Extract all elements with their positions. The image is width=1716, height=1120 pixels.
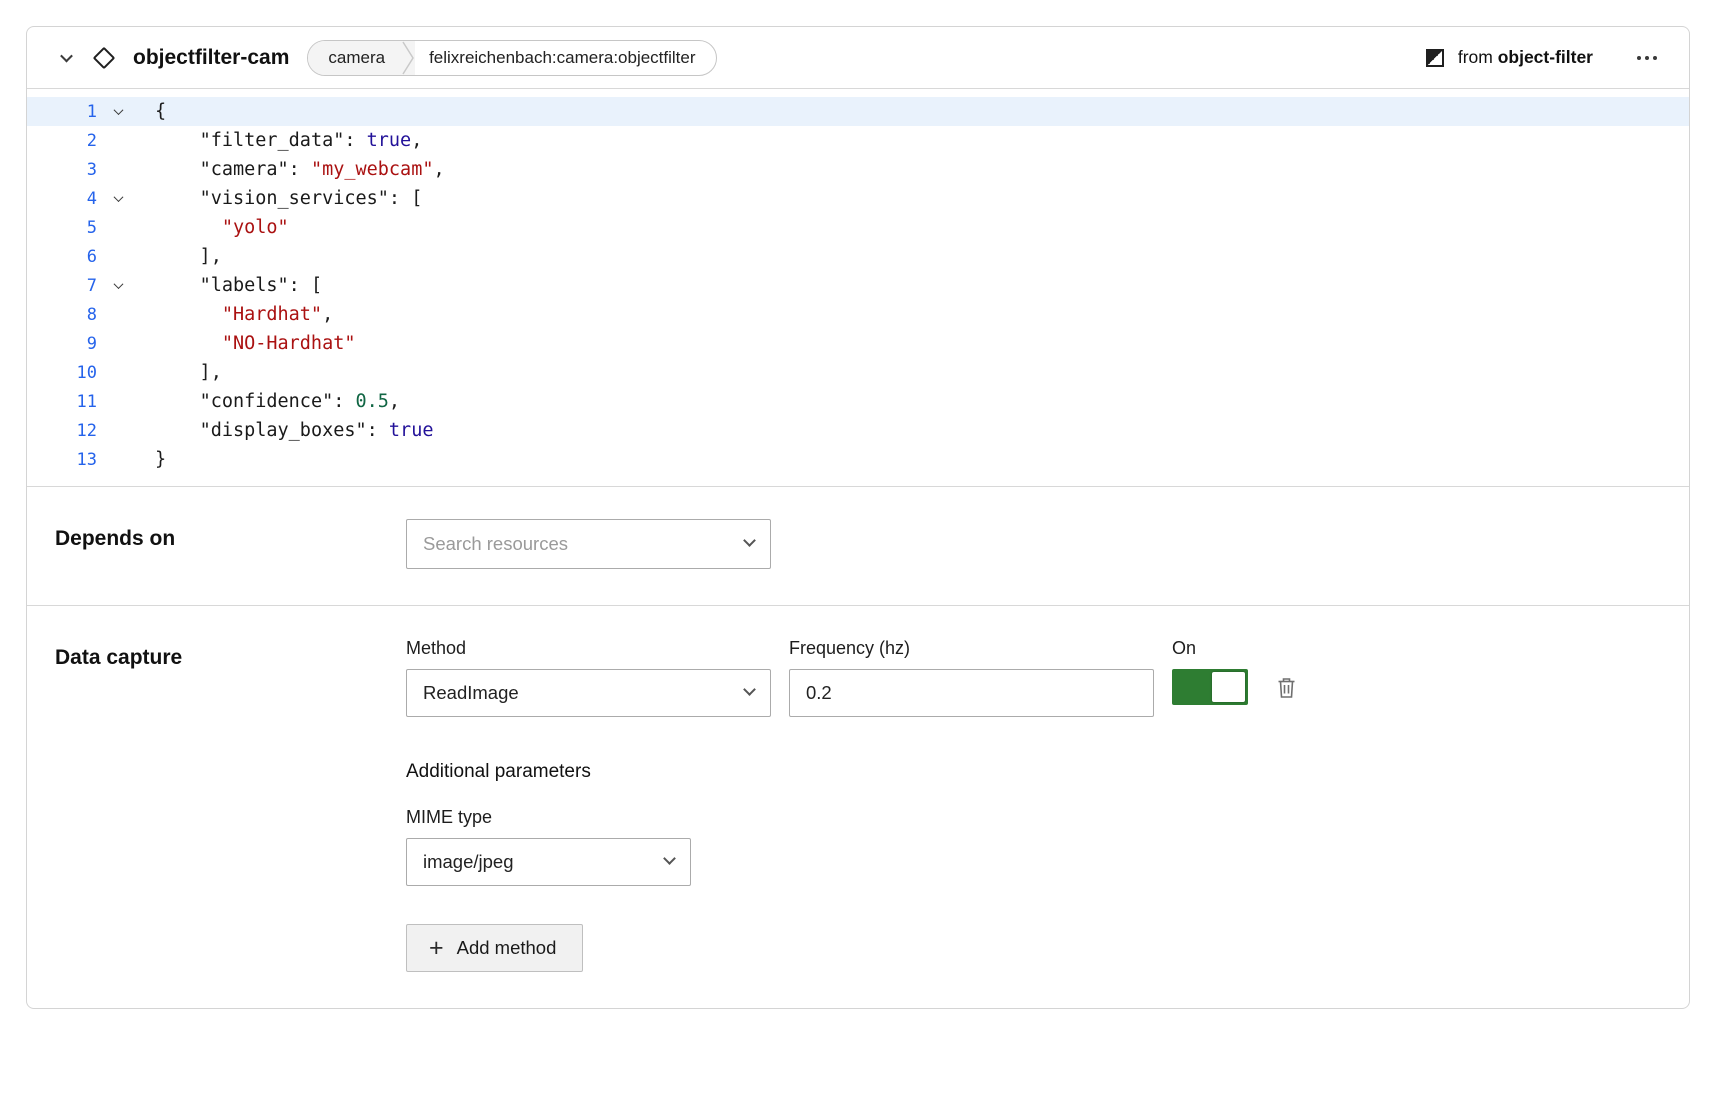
add-method-button[interactable]: Add method xyxy=(406,924,583,972)
capture-toggle-field: On xyxy=(1172,638,1297,717)
add-method-label: Add method xyxy=(457,937,557,959)
delete-capture-method-button[interactable] xyxy=(1276,676,1297,699)
fold-toggle-icon[interactable] xyxy=(97,108,139,115)
method-select[interactable]: ReadImage xyxy=(406,669,771,717)
code-line[interactable]: 10 ], xyxy=(27,358,1689,387)
code-text: "NO-Hardhat" xyxy=(139,333,355,354)
capture-on-toggle[interactable] xyxy=(1172,669,1248,705)
section-label-depends-on: Depends on xyxy=(55,519,406,569)
code-text: "filter_data": true, xyxy=(139,130,422,151)
code-line[interactable]: 5 "yolo" xyxy=(27,213,1689,242)
toggle-knob xyxy=(1212,672,1245,702)
resource-kind-badge: camera felixreichenbach:camera:objectfil… xyxy=(307,40,716,76)
line-number: 9 xyxy=(27,334,97,354)
resource-model-label: felixreichenbach:camera:objectfilter xyxy=(415,48,715,68)
frequency-label: Frequency (hz) xyxy=(789,638,1154,659)
code-text: ], xyxy=(139,362,222,383)
header-right: from object-filter xyxy=(1426,47,1663,68)
code-line[interactable]: 12 "display_boxes": true xyxy=(27,416,1689,445)
line-number: 6 xyxy=(27,247,97,267)
line-number: 8 xyxy=(27,305,97,325)
plus-icon xyxy=(429,936,444,961)
on-label: On xyxy=(1172,638,1297,659)
frequency-field: Frequency (hz) xyxy=(789,638,1154,717)
frequency-input[interactable] xyxy=(789,669,1154,717)
from-prefix: from xyxy=(1458,47,1493,67)
depends-on-section: Depends on Search resources xyxy=(27,486,1689,605)
chevron-down-icon xyxy=(743,534,756,547)
code-line[interactable]: 6 ], xyxy=(27,242,1689,271)
collapse-chevron-icon[interactable] xyxy=(53,53,79,62)
depends-on-placeholder: Search resources xyxy=(423,533,568,555)
mime-type-value: image/jpeg xyxy=(423,851,514,873)
module-icon xyxy=(1426,49,1444,67)
fold-toggle-icon[interactable] xyxy=(97,282,139,289)
code-text: "yolo" xyxy=(139,217,289,238)
line-number: 5 xyxy=(27,218,97,238)
code-line[interactable]: 9 "NO-Hardhat" xyxy=(27,329,1689,358)
json-editor[interactable]: 1{2 "filter_data": true,3 "camera": "my_… xyxy=(27,89,1689,486)
code-line[interactable]: 7 "labels": [ xyxy=(27,271,1689,300)
line-number: 2 xyxy=(27,131,97,151)
line-number: 1 xyxy=(27,102,97,122)
method-value: ReadImage xyxy=(423,682,519,704)
code-line[interactable]: 11 "confidence": 0.5, xyxy=(27,387,1689,416)
code-text: "Hardhat", xyxy=(139,304,333,325)
data-capture-section: Data capture Method ReadImage Frequency … xyxy=(27,605,1689,1008)
code-text: } xyxy=(139,449,166,470)
code-text: "labels": [ xyxy=(139,275,322,296)
card-header: objectfilter-cam camera felixreichenbach… xyxy=(27,27,1689,89)
line-number: 11 xyxy=(27,392,97,412)
code-line[interactable]: 1{ xyxy=(27,97,1689,126)
trash-icon xyxy=(1276,676,1297,699)
module-name: object-filter xyxy=(1498,47,1593,67)
code-line[interactable]: 3 "camera": "my_webcam", xyxy=(27,155,1689,184)
line-number: 3 xyxy=(27,160,97,180)
chevron-down-icon xyxy=(743,683,756,696)
mime-type-label: MIME type xyxy=(406,807,1661,828)
code-text: ], xyxy=(139,246,222,267)
code-line[interactable]: 2 "filter_data": true, xyxy=(27,126,1689,155)
code-line[interactable]: 8 "Hardhat", xyxy=(27,300,1689,329)
code-text: "confidence": 0.5, xyxy=(139,391,400,412)
code-text: "vision_services": [ xyxy=(139,188,422,209)
line-number: 7 xyxy=(27,276,97,296)
code-line[interactable]: 13} xyxy=(27,445,1689,474)
line-number: 13 xyxy=(27,450,97,470)
more-options-button[interactable] xyxy=(1631,48,1663,68)
depends-on-select[interactable]: Search resources xyxy=(406,519,771,569)
method-field: Method ReadImage xyxy=(406,638,771,717)
capture-method-row: Method ReadImage Frequency (hz) On xyxy=(406,638,1661,717)
resource-title: objectfilter-cam xyxy=(133,46,289,70)
line-number: 12 xyxy=(27,421,97,441)
chevron-down-icon xyxy=(663,852,676,865)
code-line[interactable]: 4 "vision_services": [ xyxy=(27,184,1689,213)
code-text: "display_boxes": true xyxy=(139,420,433,441)
resource-type-label: camera xyxy=(308,41,401,75)
component-card: objectfilter-cam camera felixreichenbach… xyxy=(26,26,1690,1009)
line-number: 10 xyxy=(27,363,97,383)
line-number: 4 xyxy=(27,189,97,209)
section-label-data-capture: Data capture xyxy=(55,638,406,972)
code-text: { xyxy=(139,101,166,122)
code-text: "camera": "my_webcam", xyxy=(139,159,445,180)
component-type-icon xyxy=(87,50,121,66)
module-source-text: from object-filter xyxy=(1458,47,1593,68)
method-label: Method xyxy=(406,638,771,659)
badge-divider-icon xyxy=(401,41,415,75)
fold-toggle-icon[interactable] xyxy=(97,195,139,202)
additional-parameters-label: Additional parameters xyxy=(406,761,1661,783)
mime-type-select[interactable]: image/jpeg xyxy=(406,838,691,886)
